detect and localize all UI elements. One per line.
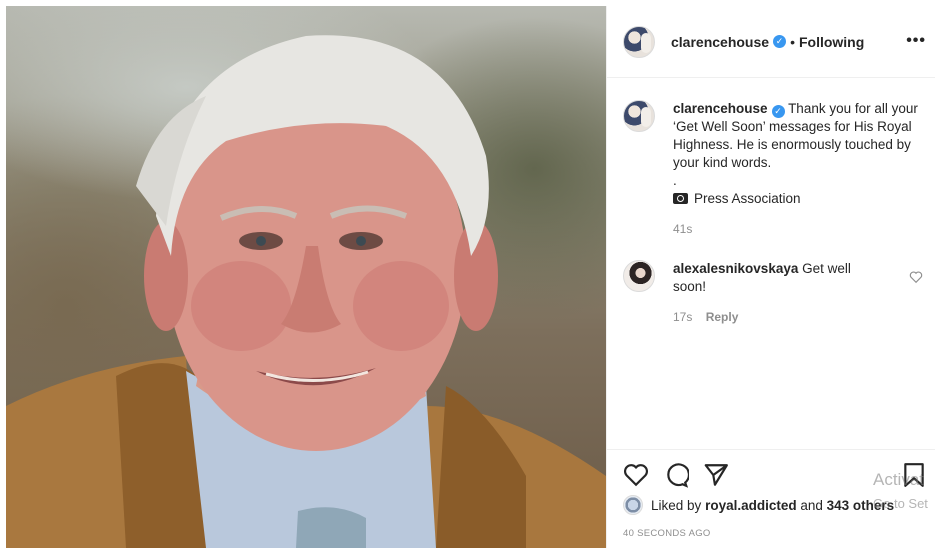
caption-credit: Press Association [673,190,923,208]
likes-summary: Liked by royal.addicted and 343 others [623,495,894,515]
caption-username[interactable]: clarencehouse [673,101,768,116]
caption-time[interactable]: 41s [673,220,923,238]
commenter-username[interactable]: alexalesnikovskaya [673,261,798,276]
instagram-post-view: clarencehouse ✓ • Following ••• clarence… [0,0,935,548]
portrait-illustration [6,35,606,548]
caption-credit-text: Press Association [694,191,801,206]
share-paper-plane-icon[interactable] [703,462,729,488]
caption-dot-line: . [673,173,677,188]
post-header: clarencehouse ✓ • Following ••• [607,6,935,78]
caption-verified-icon: ✓ [771,105,785,118]
comment-bubble-icon[interactable] [663,462,689,488]
verified-badge-icon: ✓ [773,35,787,48]
liker-avatar[interactable] [623,495,643,515]
activation-watermark-line2: Go to Set [873,496,928,511]
comment-body: alexalesnikovskaya Get well soon! 17s Re… [673,260,883,326]
activation-watermark-line1: Activat [873,470,925,489]
caption-body: clarencehouse ✓ Thank you for all your ‘G… [673,100,923,238]
camera-icon [673,193,688,204]
post-side-panel: clarencehouse ✓ • Following ••• clarence… [606,6,935,548]
reply-button[interactable]: Reply [706,310,739,324]
post-caption: clarencehouse ✓ Thank you for all your ‘G… [623,100,923,238]
liked-by-user[interactable]: royal.addicted [705,498,797,513]
following-button[interactable]: Following [799,34,864,50]
more-options-icon[interactable]: ••• [906,32,926,50]
post-timestamp[interactable]: 40 SECONDS AGO [623,528,711,539]
commenter-avatar[interactable] [623,260,655,292]
author-avatar[interactable] [623,25,655,58]
post-photo[interactable] [6,6,606,548]
comment-time[interactable]: 17s [673,310,692,324]
comment-like-heart-icon[interactable] [909,270,923,284]
caption-avatar[interactable] [623,100,655,132]
like-heart-icon[interactable] [623,462,649,488]
comment-meta: 17s Reply [673,308,883,326]
comment-item: alexalesnikovskaya Get well soon! 17s Re… [623,260,923,326]
liked-by-prefix: Liked by [651,497,702,513]
author-username[interactable]: clarencehouse [671,34,769,50]
header-separator: • [790,33,795,50]
liked-by-and: and [800,497,823,513]
